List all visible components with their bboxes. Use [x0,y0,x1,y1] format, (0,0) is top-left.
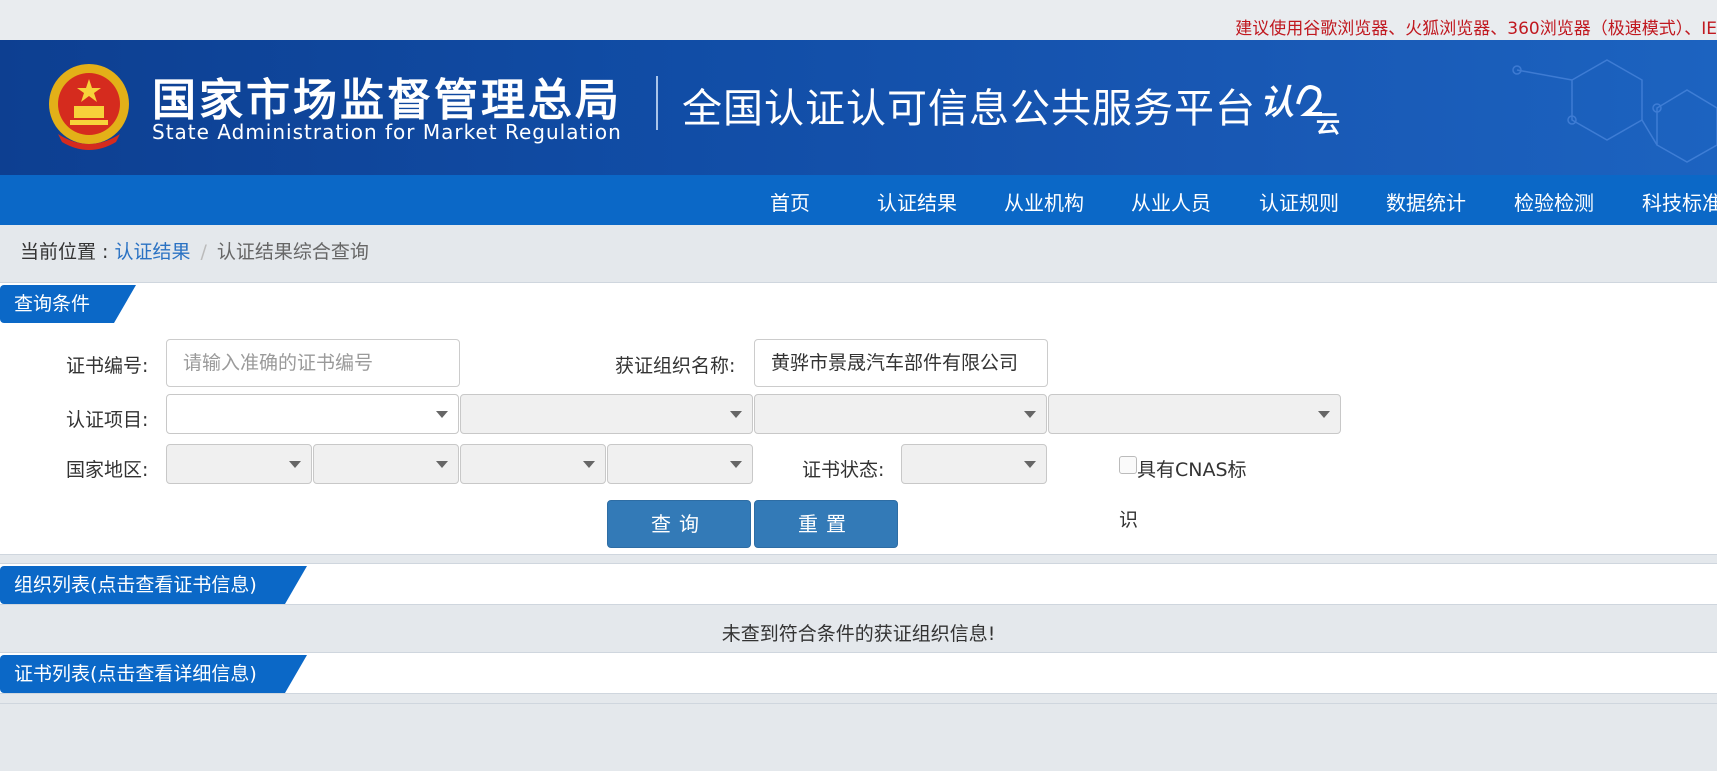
chevron-down-icon [289,461,301,468]
national-emblem-icon [49,64,129,150]
nav-item-home[interactable]: 首页 [770,187,810,216]
breadcrumb-separator: / [200,241,207,263]
org-name-cn: 国家市场监督管理总局 [152,75,622,126]
project-select-4[interactable] [1048,394,1341,434]
cnas-checkbox[interactable] [1119,456,1137,474]
org-name-en: State Administration for Market Regulati… [152,120,622,144]
breadcrumb-prefix: 当前位置 : [20,241,115,263]
search-button[interactable]: 查询 [607,500,751,548]
chevron-down-icon [1318,411,1330,418]
cert-status-select[interactable] [901,444,1047,484]
nav-item-statistics[interactable]: 数据统计 [1386,187,1466,216]
region-select-1[interactable] [166,444,312,484]
chevron-down-icon [1024,411,1036,418]
query-form: 证书编号: 请输入准确的证书编号 获证组织名称: 黄骅市景晟汽车部件有限公司 认… [0,323,1717,555]
project-select-2[interactable] [460,394,753,434]
cert-list-divider [0,703,1717,704]
nav-item-institutions[interactable]: 从业机构 [1004,187,1084,216]
browser-notice-bar: 建议使用谷歌浏览器、火狐浏览器、360浏览器（极速模式）、IE [0,0,1717,40]
region-label: 国家地区: [66,459,149,481]
cnas-label: 具有CNAS标 [1137,459,1247,481]
main-nav: 首页 认证结果 从业机构 从业人员 认证规则 数据统计 检验检测 科技标准 [0,175,1717,225]
project-label: 认证项目: [66,409,149,431]
nav-item-cert-results[interactable]: 认证结果 [877,187,957,216]
cert-list-header: 证书列表(点击查看详细信息) [0,652,1717,694]
chevron-down-icon [583,461,595,468]
renzheng-cloud-logo: 认 云 [1260,83,1340,136]
org-name-input[interactable]: 黄骅市景晟汽车部件有限公司 [754,339,1048,387]
network-pattern-decoration [1512,59,1717,163]
svg-text:云: 云 [1316,110,1340,136]
org-list-header: 组织列表(点击查看证书信息) [0,563,1717,605]
chevron-down-icon [1024,461,1036,468]
region-select-2[interactable] [313,444,459,484]
chevron-down-icon [730,411,742,418]
site-banner: 国家市场监督管理总局 State Administration for Mark… [0,40,1717,175]
region-select-3[interactable] [460,444,606,484]
region-select-4[interactable] [607,444,753,484]
nav-item-standards[interactable]: 科技标准 [1642,187,1717,216]
project-select-3[interactable] [754,394,1047,434]
nav-item-personnel[interactable]: 从业人员 [1131,187,1211,216]
chevron-down-icon [730,461,742,468]
chevron-down-icon [436,461,448,468]
org-list-empty-message: 未查到符合条件的获证组织信息! [721,623,996,645]
svg-text:认: 认 [1260,83,1294,123]
breadcrumb-parent-link[interactable]: 认证结果 [114,241,190,263]
cnas-label-wrap: 识 [1119,509,1139,531]
chevron-down-icon [436,411,448,418]
breadcrumb: 当前位置 : 认证结果 / 认证结果综合查询 [20,237,369,264]
query-section-title: 查询条件 [0,285,136,323]
project-select-1[interactable] [166,394,459,434]
reset-button[interactable]: 重置 [754,500,898,548]
platform-title: 全国认证认可信息公共服务平台 [682,86,1256,132]
browser-notice-text: 建议使用谷歌浏览器、火狐浏览器、360浏览器（极速模式）、IE [1235,19,1717,39]
brand-divider [656,76,658,130]
org-list-title: 组织列表(点击查看证书信息) [0,566,307,604]
cert-no-label: 证书编号: [66,355,149,377]
org-name-label: 获证组织名称: [615,355,736,377]
nav-item-inspection[interactable]: 检验检测 [1514,187,1594,216]
cert-no-input[interactable]: 请输入准确的证书编号 [166,339,460,387]
cert-list-title: 证书列表(点击查看详细信息) [0,655,307,693]
nav-item-cert-rules[interactable]: 认证规则 [1259,187,1339,216]
cert-status-label: 证书状态: [802,459,885,481]
breadcrumb-current: 认证结果综合查询 [216,241,369,263]
query-section-header: 查询条件 [0,282,1717,324]
